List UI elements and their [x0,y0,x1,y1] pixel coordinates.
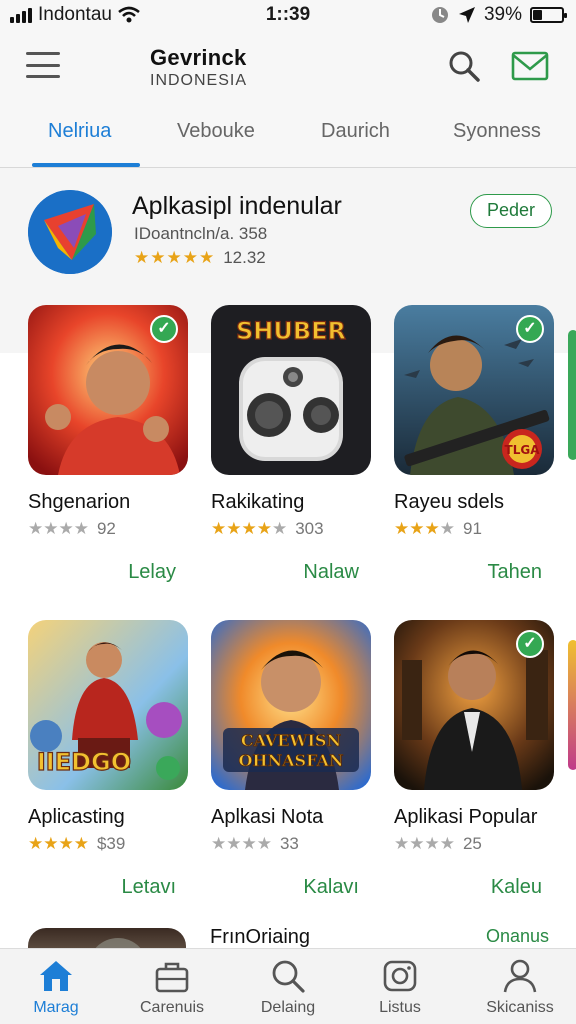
rating-count: 25 [462,834,482,853]
verified-check-icon: ✓ [516,315,544,343]
menu-icon[interactable] [26,52,60,78]
status-right: 39% [430,4,567,26]
featured-app-developer: IDoantncln/a. 358 [134,224,268,243]
verified-check-icon: ✓ [150,315,178,343]
mail-icon[interactable] [510,48,550,84]
tab-syonness[interactable]: Syonness [453,120,541,166]
app-action-button[interactable]: Tahen [488,561,543,584]
game-logo-text: IIEDGO [37,748,131,776]
location-icon [458,7,475,23]
stars-empty: ★★★★ [211,834,272,853]
app-action-button[interactable]: Letavı [122,876,176,899]
nav-item-marag[interactable]: Marag [6,957,106,1017]
nav-label: Carenuis [139,999,205,1016]
app-rating: ★★★★ 25 [394,834,482,854]
badge-logo-text: TLGA [505,443,541,457]
stars-empty: ★ [271,519,288,538]
featured-app-icon [28,190,112,274]
star-rating: ★★★★★ [134,248,216,267]
poster-text-line1: CAVEWISN [241,731,341,750]
nav-item-delaing[interactable]: Delaing [238,957,338,1017]
battery-percent: 39% [483,4,522,25]
stars-empty: ★★★★ [394,834,455,853]
bottom-navigation: Marag Carenuis Delaing Listus Skicaniss [0,948,576,1024]
profile-icon [503,959,537,993]
nav-item-skicaniss[interactable]: Skicaniss [470,957,570,1017]
rating-count: $39 [96,834,126,853]
brand: Gevrinck INDONESIA [150,45,247,90]
stars-empty: ★★★★ [28,519,89,538]
app-name: Aplicasting [28,806,125,828]
app-name: Rayeu sdels [394,491,505,513]
app-thumbnail: TLGA ✓ [394,305,554,475]
app-action-button[interactable]: Nalaw [303,561,359,584]
app-rating: ★★★★ $39 [28,834,125,854]
app-name: Aplkasi Nota [211,806,324,828]
next-card-peek [568,330,576,460]
stars-empty: ★ [439,519,455,538]
app-name: Shgenarion [28,491,131,513]
section-action-link[interactable]: Onanus [486,926,549,947]
app-thumbnail: SHUBER [211,305,371,475]
rating-count: 91 [462,519,482,538]
nav-item-carenuis[interactable]: Carenuis [122,957,222,1017]
status-bar: Indontau 1::39 39% [0,0,576,30]
battery-icon [530,7,567,23]
app-action-button[interactable]: Lelay [128,561,176,584]
rating-value: 12.32 [223,248,266,267]
tab-daurich[interactable]: Daurich [321,120,390,166]
search-icon[interactable] [446,48,482,84]
nav-label: Marag [33,999,79,1016]
stars-filled: ★★★ [394,519,440,538]
app-thumbnail: ✓ [28,305,188,475]
app-thumbnail: IIEDGO [28,620,188,790]
verified-check-icon: ✓ [516,630,544,658]
app-name: Rakikating [211,491,305,513]
app-rating: ★★★★★ 303 [211,519,324,539]
stars-filled: ★★★★ [211,519,272,538]
app-rating: ★★★★ 91 [394,519,482,539]
stars-filled: ★★★★ [28,834,89,853]
app-rating: ★★★★ 33 [211,834,299,854]
app-header: Gevrinck INDONESIA [0,30,576,110]
tab-nelriua[interactable]: Nelriua [48,120,111,166]
nav-label: Skicaniss [486,999,554,1016]
featured-action-button[interactable]: Peder [470,194,552,228]
nav-item-listus[interactable]: Listus [350,957,450,1017]
app-thumbnail: CAVEWISN OHNASFAN [211,620,371,790]
tab-vebouke[interactable]: Vebouke [177,120,255,166]
brand-subtitle: INDONESIA [150,72,248,89]
search-icon [272,960,305,993]
rating-count: 33 [279,834,299,853]
app-rating: ★★★★ 92 [28,519,116,539]
active-tab-indicator [32,163,140,167]
featured-app-rating: ★★★★★ 12.32 [134,248,266,268]
home-icon [40,961,72,991]
brand-title: Gevrinck [150,45,247,70]
category-tabs: Nelriua Vebouke Daurich Syonness [0,110,576,168]
featured-app-name: Aplkasipl indenular [132,192,342,220]
poster-text-line2: OHNASFAN [238,751,343,770]
app-name: Aplikasi Popular [394,806,538,828]
app-action-button[interactable]: Kaleu [491,876,542,899]
nav-label: Delaing [260,999,316,1016]
app-action-button[interactable]: Kalavı [303,876,359,899]
section-title: FrınOriaing [210,926,311,948]
nav-label: Listus [379,999,421,1016]
app-thumbnail: ✓ [394,620,554,790]
next-card-peek [568,640,576,770]
rating-count: 303 [295,519,324,538]
alarm-icon [431,7,448,23]
camera-icon [383,960,417,992]
rating-count: 92 [96,519,116,538]
briefcase-icon [155,962,189,993]
shuber-logo-text: SHUBER [236,317,346,345]
